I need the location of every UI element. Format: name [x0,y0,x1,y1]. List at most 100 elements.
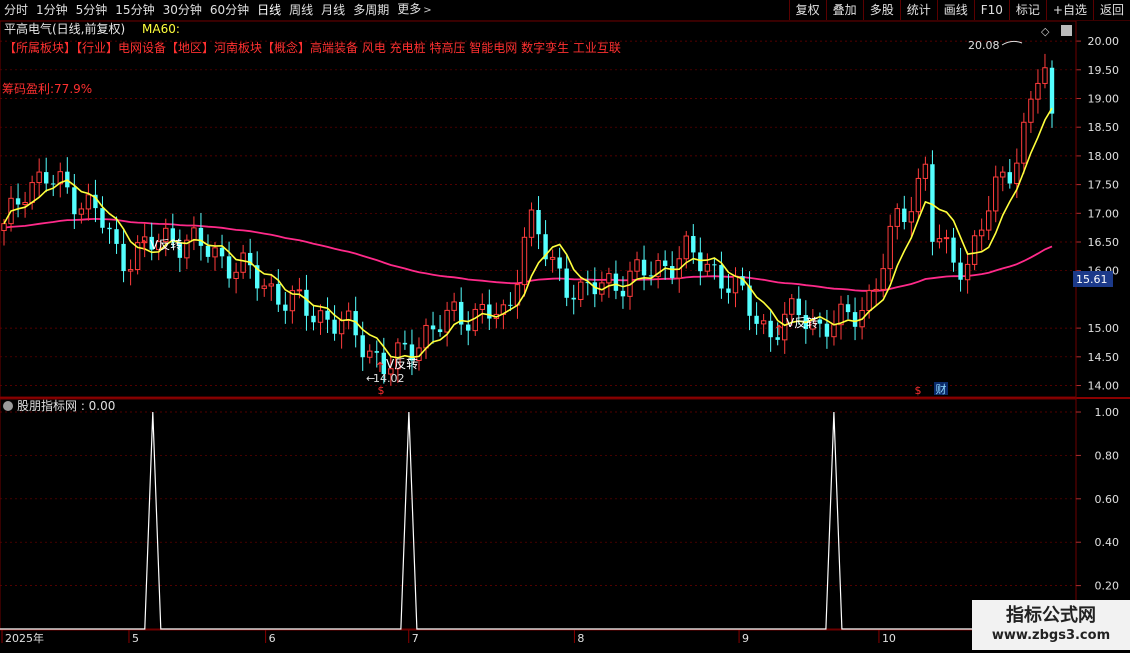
candle-body [669,266,675,279]
candle-body [726,288,731,293]
price-tick-label: 16.50 [1088,236,1120,249]
time-label: 7 [412,632,419,645]
chip-profit: 筹码盈利:77.9% [2,82,92,96]
toolbar-button-0[interactable]: 复权 [788,0,826,20]
signal-tick-label: 0.60 [1095,493,1120,506]
toolbar-button-4[interactable]: 画线 [936,0,974,20]
candle-body [719,265,724,289]
candle-body [831,324,837,338]
candle-body [191,227,197,241]
candle-body [423,324,429,349]
toolbar-button-1[interactable]: 叠加 [825,0,863,20]
tab-8[interactable]: 月线 [317,0,349,20]
candle-body [15,198,21,205]
price-tick-label: 17.00 [1088,207,1120,220]
candle-body [754,315,759,324]
candle-body [852,312,858,327]
time-label: 6 [269,632,276,645]
price-tick-label: 14.50 [1088,351,1120,364]
toolbar-button-2[interactable]: 多股 [862,0,900,20]
sector-tags[interactable]: 【所属板块】【行业】电网设备【地区】河南板块【概念】高端装备 风电 充电桩 特高… [4,40,621,55]
candle-body [338,319,345,335]
toolbar-button-3[interactable]: 统计 [899,0,937,20]
toolbar-button-7[interactable]: +自选 [1045,0,1093,20]
candle-body [951,237,956,263]
candle-body [704,263,711,272]
candle-body [732,275,739,294]
ma60-path [3,217,1053,292]
candle-body [205,245,211,257]
stock-chart[interactable]: 20.00 19.50 19.00 18.50 18.00 17.50 17.00 16.50… [0,20,1130,650]
price-tick-label: 18.50 [1088,121,1120,134]
candle-body [1014,162,1020,185]
price-tick-label: 19.50 [1088,64,1120,77]
candle-body [648,275,654,277]
candle-body [978,229,985,237]
candle-body [964,263,971,281]
tab-2[interactable]: 5分钟 [72,0,112,20]
collapse-icon[interactable] [1061,25,1072,36]
candle-body [662,260,668,267]
candle-body [107,227,112,230]
tab-3[interactable]: 15分钟 [111,0,158,20]
ma60-label: MA60: [142,22,180,36]
price-tick-label: 14.00 [1088,380,1120,393]
price-tick-label: 20.00 [1088,35,1120,48]
tab-5[interactable]: 60分钟 [206,0,253,20]
time-label: 9 [742,632,749,645]
tab-9[interactable]: 多周期 [349,0,393,20]
reversal-label-2: V反转 [386,356,418,371]
signal-path [0,411,1076,630]
candle-body [845,304,851,313]
candle-body [437,329,443,333]
candle-body [114,229,119,244]
candle-body [887,225,893,270]
candle-body [332,319,337,334]
candle-body [360,335,365,358]
price-tick-label: 18.00 [1088,150,1120,163]
candle-body [466,324,471,331]
candle-body [430,325,436,330]
candle-body [1,223,7,232]
candle-body [634,259,640,272]
candle-body [557,257,562,269]
candle-body [620,290,626,297]
toolbar-button-8[interactable]: 返回 [1092,0,1130,20]
price-tick-label: 17.50 [1088,179,1120,192]
tab-7[interactable]: 周线 [285,0,317,20]
diamond-icon[interactable]: ◇ [1041,25,1050,38]
candle-body [930,164,935,242]
toolbar-button-6[interactable]: 标记 [1008,0,1046,20]
candle-body [902,208,907,222]
main-panel-frame [0,20,1077,398]
dollar-icon: $ [915,384,922,397]
chart-area: 20.00 19.50 19.00 18.50 18.00 17.50 17.00 16.50… [0,20,1130,650]
candle-body [487,304,492,319]
candle-body [606,273,612,284]
candle-body [367,350,373,358]
tab-1[interactable]: 1分钟 [32,0,72,20]
toolbar-button-5[interactable]: F10 [973,0,1009,20]
time-label: 2025年 [5,631,44,645]
candle-body [22,201,28,205]
candle-body [283,304,288,311]
watermark-title: 指标公式网 [1006,605,1096,626]
finance-label[interactable]: 财 [936,382,947,396]
tab-10[interactable]: 更多 > [393,0,435,21]
candle-body [866,290,872,312]
ma-short-path [3,107,1053,359]
time-label: 10 [882,632,896,645]
top-toolbar: 分时 1分钟 5分钟 15分钟 30分钟 60分钟 日线 周线 月线 多周期 更多 > 复权 叠加 多股统… [0,0,1130,21]
high-price-label: 20.08 [968,39,1000,52]
price-tick-label: 19.00 [1088,92,1120,105]
candle-body [1042,67,1048,84]
indicator-toggle-icon[interactable] [3,401,13,411]
tab-4[interactable]: 30分钟 [159,0,206,20]
watermark-url: www.zbgs3.com [991,628,1111,643]
candle-body [922,163,929,179]
tab-0[interactable]: 分时 [0,0,32,20]
price-tick-label: 15.00 [1088,322,1120,335]
tab-6[interactable]: 日线 [253,0,285,20]
candle-body [402,342,408,345]
candle-body [521,236,528,286]
